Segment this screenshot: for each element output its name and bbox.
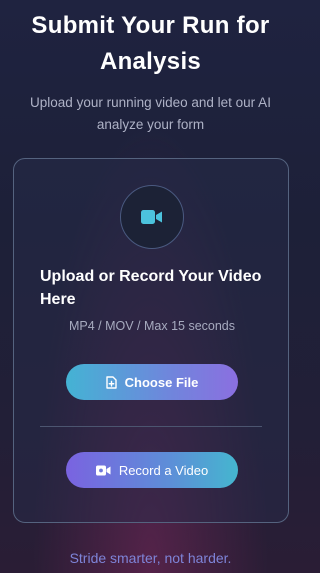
video-camera-icon bbox=[120, 185, 184, 249]
record-video-label: Record a Video bbox=[118, 462, 209, 478]
video-record-icon bbox=[95, 465, 111, 476]
page-subtitle: Upload your running video and let our AI… bbox=[30, 95, 271, 132]
upload-card-title: Upload or Record Your Video Here bbox=[40, 268, 262, 308]
file-plus-icon bbox=[105, 375, 117, 389]
divider bbox=[40, 426, 262, 427]
tagline: Stride smarter, not harder. bbox=[69, 550, 232, 566]
page-title: Submit Your Run for Analysis bbox=[31, 12, 270, 75]
supported-formats-text: MP4 / MOV / Max 15 seconds bbox=[68, 319, 236, 333]
choose-file-button[interactable]: Choose File bbox=[66, 364, 238, 400]
record-video-button[interactable]: Record a Video bbox=[66, 452, 238, 488]
upload-card: Upload or Record Your Video Here MP4 / M… bbox=[13, 158, 289, 523]
choose-file-label: Choose File bbox=[124, 374, 199, 390]
